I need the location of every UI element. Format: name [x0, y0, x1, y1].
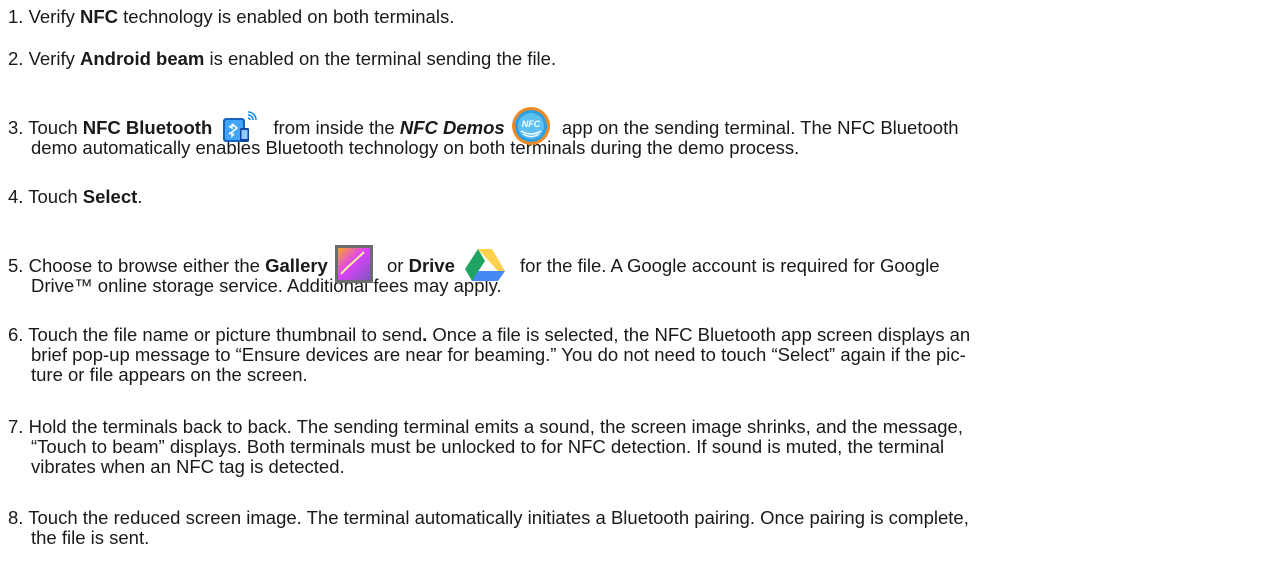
step-term: Drive [408, 255, 455, 276]
step-8: 8. Touch the reduced screen image. The t… [8, 508, 1263, 548]
step-5: 5. Choose to browse either the Gallery o… [8, 245, 1263, 297]
step-7: 7. Hold the terminals back to back. The … [8, 417, 1263, 477]
step-text: Touch the reduced screen image. The term… [28, 507, 969, 528]
step-text: is enabled on the terminal sending the f… [204, 48, 557, 69]
gallery-icon [334, 244, 374, 284]
step-text: from inside the [268, 117, 400, 138]
step-text: Hold the terminals back to back. The sen… [28, 416, 963, 437]
nfc-bluetooth-icon [220, 106, 260, 146]
drive-icon [464, 247, 505, 283]
step-number: 3. [8, 117, 24, 138]
step-1: 1. Verify NFC technology is enabled on b… [8, 7, 1263, 27]
step-term: Select [82, 186, 138, 207]
step-2: 2. Verify Android beam is enabled on the… [8, 49, 1263, 69]
step-continuation: vibrates when an NFC tag is detected. [31, 456, 345, 477]
step-text: for the file. A Google account is requir… [514, 255, 940, 276]
step-number: 7. [8, 416, 24, 437]
nfc-icon-label: NFC [521, 119, 540, 129]
step-continuation: ture or file appears on the screen. [31, 364, 308, 385]
step-number: 6. [8, 324, 24, 345]
step-line: 6. Touch the file name or picture thumbn… [8, 325, 1263, 345]
step-text: Touch the file name or picture thumbnail… [28, 324, 423, 345]
step-text: . [137, 186, 143, 207]
step-continuation: “Touch to beam” displays. Both terminals… [31, 436, 945, 457]
step-term: NFC [80, 6, 119, 27]
step-6: 6. Touch the file name or picture thumbn… [8, 325, 1263, 385]
step-line: 7. Hold the terminals back to back. The … [8, 417, 1263, 437]
step-term: NFC Demos [399, 117, 505, 138]
step-text: Verify [28, 48, 80, 69]
step-3: 3. Touch NFC Bluetooth from inside the N… [8, 107, 1263, 159]
step-text: Verify [28, 6, 80, 27]
step-text: Touch [28, 117, 83, 138]
step-term: Android beam [80, 48, 205, 69]
step-number: 8. [8, 507, 24, 528]
step-text: or [381, 255, 409, 276]
step-line: 8. Touch the reduced screen image. The t… [8, 508, 1263, 528]
step-term: Gallery [265, 255, 328, 276]
step-text: Once a file is selected, the NFC Bluetoo… [427, 324, 971, 345]
step-number: 5. [8, 255, 24, 276]
step-number: 2. [8, 48, 24, 69]
step-line: 5. Choose to browse either the Gallery o… [8, 245, 1263, 284]
step-term: NFC Bluetooth [82, 117, 213, 138]
step-text: Choose to browse either the [28, 255, 266, 276]
step-continuation: Drive™ online storage service. Additiona… [31, 275, 502, 297]
step-text: Touch [28, 186, 83, 207]
step-4: 4. Touch Select. [8, 187, 1263, 207]
step-line: 1. Verify NFC technology is enabled on b… [8, 7, 1263, 27]
step-continuation: demo automatically enables Bluetooth tec… [31, 137, 800, 159]
step-text: technology is enabled on both terminals. [118, 6, 455, 27]
nfc-demos-icon: NFC [511, 106, 551, 146]
step-text: app on the sending terminal. The NFC Blu… [556, 117, 959, 138]
step-number: 4. [8, 186, 24, 207]
step-line: 2. Verify Android beam is enabled on the… [8, 49, 1263, 69]
step-line: 4. Touch Select. [8, 187, 1263, 207]
step-continuation: brief pop-up message to “Ensure devices … [31, 344, 966, 365]
step-line: 3. Touch NFC Bluetooth from inside the N… [8, 107, 1263, 146]
step-number: 1. [8, 6, 24, 27]
step-continuation: the file is sent. [31, 527, 150, 548]
